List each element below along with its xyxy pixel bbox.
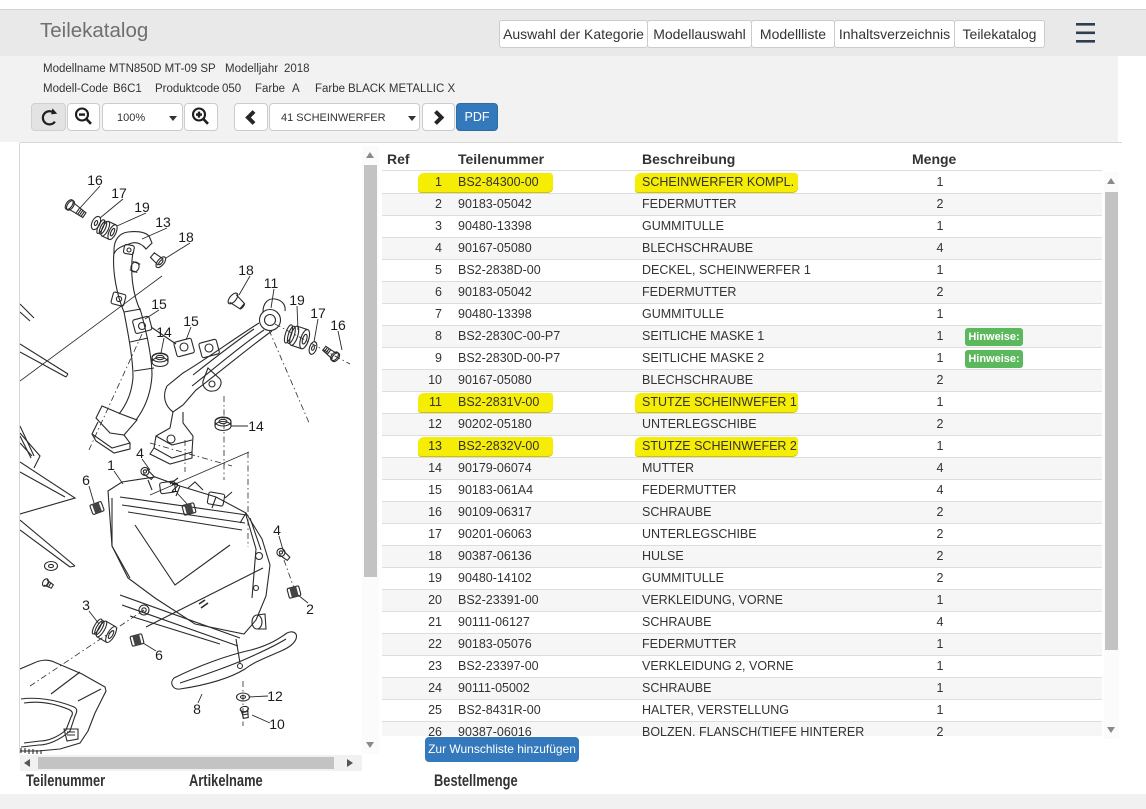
svg-text:16: 16 xyxy=(330,317,346,333)
svg-text:15: 15 xyxy=(183,313,199,329)
svg-text:14: 14 xyxy=(248,418,264,434)
svg-text:6: 6 xyxy=(155,647,163,663)
svg-text:19: 19 xyxy=(289,292,305,308)
svg-text:4: 4 xyxy=(136,445,144,461)
svg-text:11: 11 xyxy=(264,275,279,291)
svg-text:18: 18 xyxy=(238,262,254,278)
svg-text:2: 2 xyxy=(306,601,314,617)
svg-text:13: 13 xyxy=(155,214,171,230)
svg-text:17: 17 xyxy=(111,185,127,201)
svg-text:2: 2 xyxy=(171,479,179,495)
svg-text:8: 8 xyxy=(193,701,201,717)
svg-text:6: 6 xyxy=(82,472,90,488)
svg-text:4: 4 xyxy=(273,522,281,538)
svg-text:3: 3 xyxy=(82,597,90,613)
svg-text:18: 18 xyxy=(178,229,194,245)
svg-text:10: 10 xyxy=(269,716,285,732)
svg-text:12: 12 xyxy=(267,688,283,704)
svg-text:14: 14 xyxy=(156,324,172,340)
svg-text:15: 15 xyxy=(151,296,167,312)
svg-text:17: 17 xyxy=(310,305,326,321)
svg-text:1: 1 xyxy=(107,457,115,473)
svg-text:16: 16 xyxy=(87,172,103,188)
svg-text:19: 19 xyxy=(134,199,150,215)
